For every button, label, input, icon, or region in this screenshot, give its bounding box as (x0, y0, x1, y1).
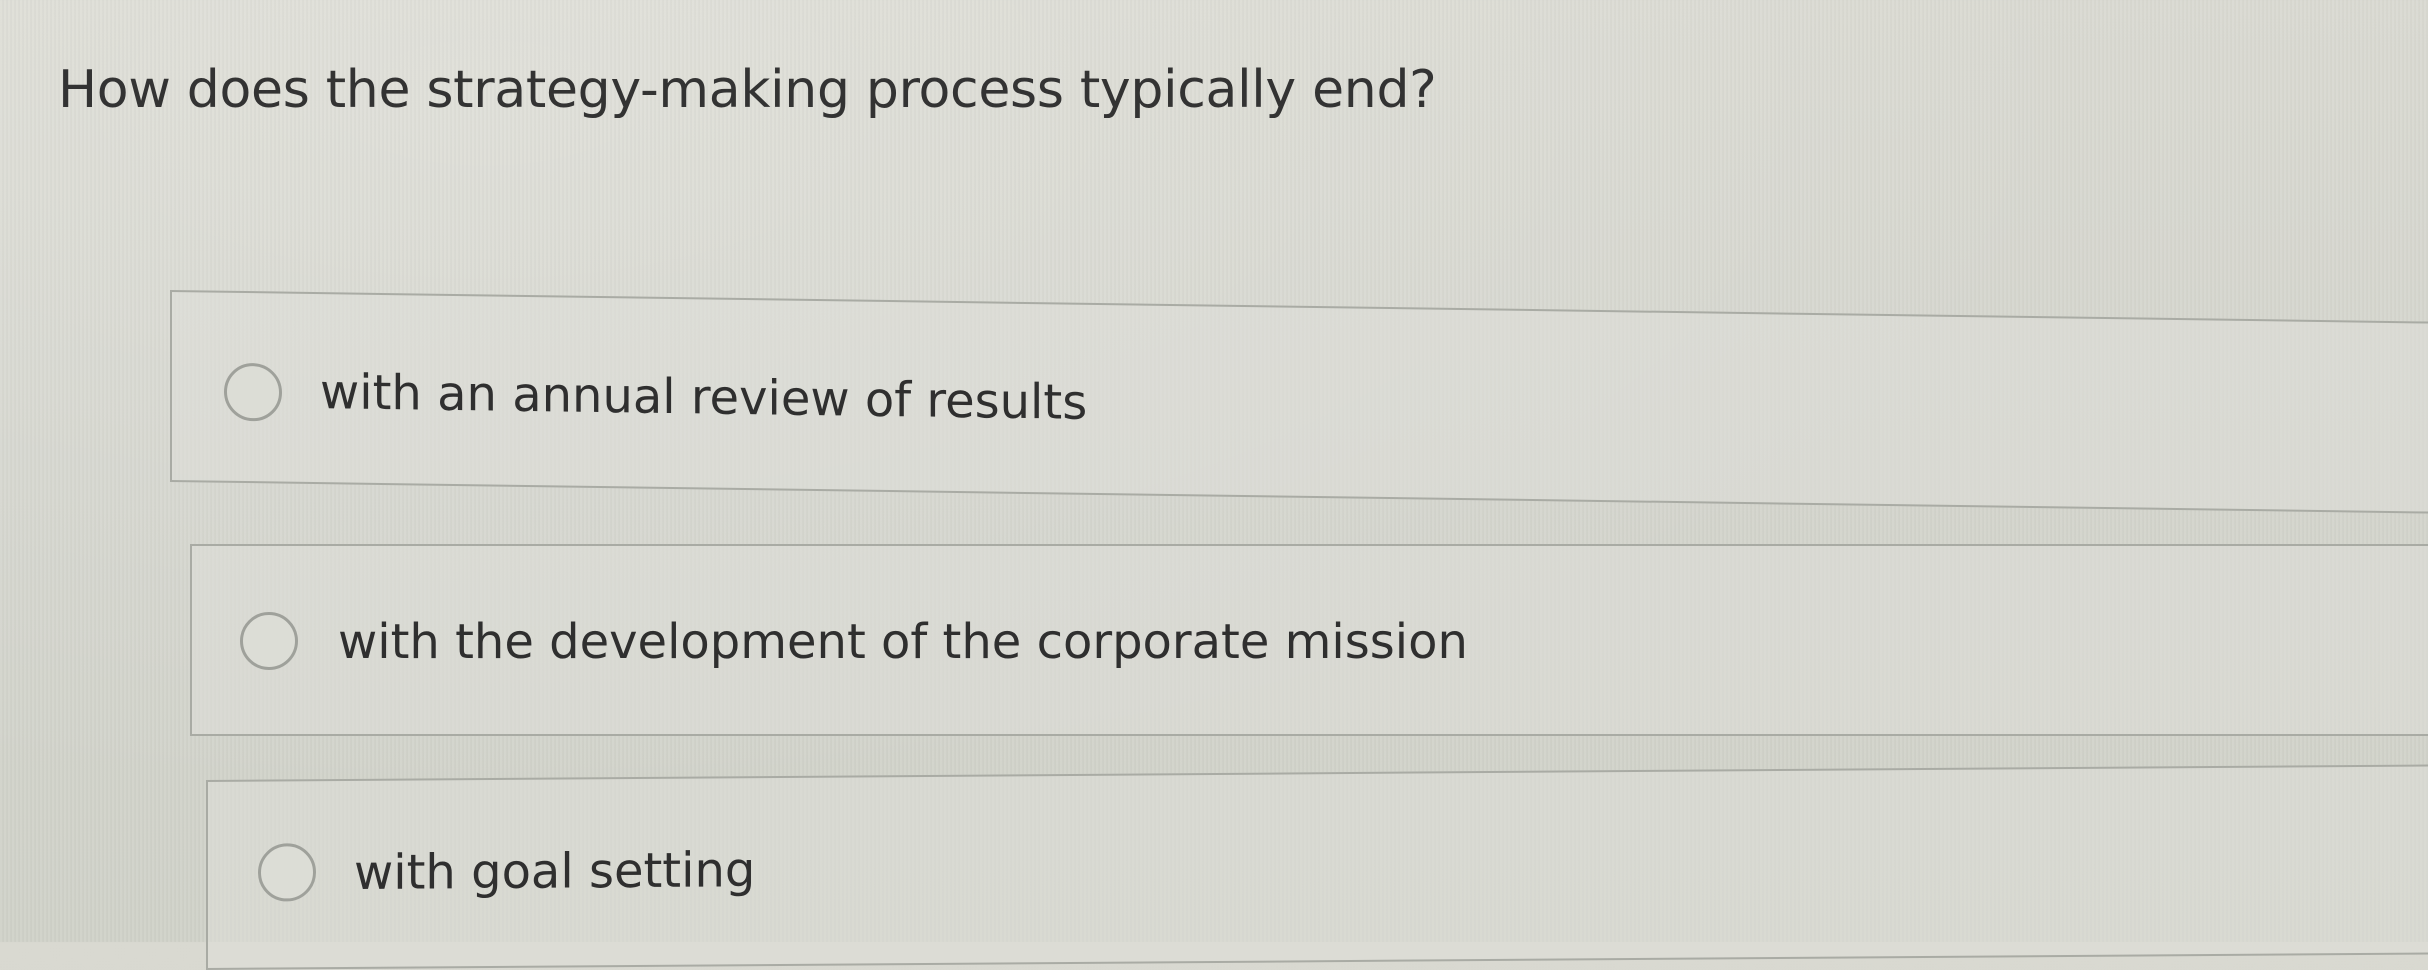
answer-option-label: with the development of the corporate mi… (338, 614, 1468, 670)
answer-option-label: with an annual review of results (320, 364, 1088, 431)
radio-button[interactable] (240, 612, 298, 670)
question-text: How does the strategy-making process typ… (58, 60, 1437, 120)
answer-option-goal-setting[interactable]: with goal setting (206, 764, 2428, 970)
answer-option-label: with goal setting (354, 842, 756, 901)
radio-button[interactable] (224, 362, 282, 422)
radio-button[interactable] (258, 843, 316, 902)
answer-option-annual-review[interactable]: with an annual review of results (170, 290, 2428, 514)
answer-option-corporate-mission[interactable]: with the development of the corporate mi… (190, 544, 2428, 736)
